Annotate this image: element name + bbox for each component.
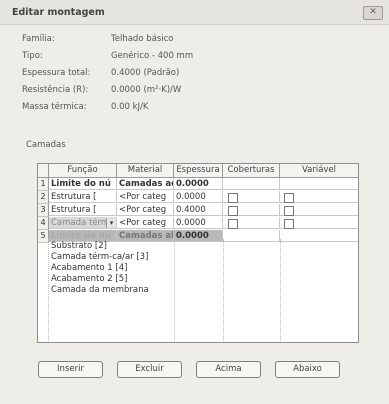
wraps-checkbox[interactable] — [228, 219, 238, 229]
material-cell[interactable]: Camadas aci — [117, 178, 174, 190]
row-number[interactable]: 3 — [38, 204, 49, 217]
wraps-checkbox[interactable] — [228, 206, 238, 216]
close-button[interactable]: ✕ — [363, 6, 383, 20]
thickness-cell[interactable]: 0.0000 — [174, 191, 223, 203]
variable-cell — [280, 178, 358, 190]
type-value: Genérico - 400 mm — [111, 51, 194, 61]
wraps-cell — [223, 178, 280, 190]
material-cell[interactable]: <Por categ — [117, 204, 174, 216]
total-thickness-value: 0.4000 (Padrão) — [111, 68, 180, 78]
function-column-header[interactable]: Função — [49, 164, 117, 178]
function-cell[interactable]: Estrutura [ — [49, 204, 117, 216]
total-thickness-label: Espessura total: — [22, 68, 91, 78]
dropdown-option[interactable]: Acabamento 1 [4] — [51, 263, 127, 273]
dropdown-option[interactable]: Camada térm-ca/ar [3] — [51, 252, 148, 262]
variable-checkbox[interactable] — [284, 219, 294, 229]
variable-column-header[interactable]: Variável — [280, 164, 358, 178]
function-dropdown-list: Substrato [2] Camada térm-ca/ar [3] Acab… — [49, 239, 189, 339]
resistance-value: 0.0000 (m²·K)/W — [111, 85, 182, 95]
resistance-label: Resistência (R): — [22, 85, 89, 95]
variable-cell — [280, 230, 358, 242]
grid-divider — [48, 239, 50, 341]
layers-grid: Função Material Espessura Coberturas Var… — [37, 163, 359, 343]
variable-checkbox[interactable] — [284, 206, 294, 216]
dialog-title: Editar montagem — [12, 7, 105, 18]
grid-divider — [174, 239, 176, 341]
function-cell[interactable]: Limite do nú — [49, 178, 117, 190]
move-up-button[interactable]: Acima — [196, 361, 261, 378]
row-number-header — [38, 164, 49, 178]
thermal-mass-label: Massa térmica: — [22, 102, 87, 112]
grid-divider — [223, 239, 225, 341]
delete-button[interactable]: Excluir — [117, 361, 182, 378]
thickness-column-header[interactable]: Espessura — [174, 164, 223, 178]
material-cell[interactable]: <Por categ — [117, 191, 174, 203]
title-bar: Editar montagem ✕ — [0, 0, 389, 25]
thickness-cell[interactable]: 0.0000 — [174, 178, 223, 190]
row-number[interactable]: 4 — [38, 217, 49, 230]
row-number[interactable]: 2 — [38, 191, 49, 204]
material-column-header[interactable]: Material — [117, 164, 174, 178]
wraps-checkbox[interactable] — [228, 193, 238, 203]
dropdown-option[interactable]: Acabamento 2 [5] — [51, 274, 127, 284]
edit-assembly-dialog: Editar montagem ✕ Família: Telhado básic… — [0, 0, 389, 404]
function-cell[interactable]: Estrutura [ — [49, 191, 117, 203]
family-value: Telhado básico — [111, 34, 174, 44]
chevron-down-icon[interactable]: ▾ — [106, 218, 116, 228]
wraps-column-header[interactable]: Coberturas — [223, 164, 280, 178]
move-down-button[interactable]: Abaixo — [275, 361, 340, 378]
variable-checkbox[interactable] — [284, 193, 294, 203]
dropdown-option[interactable]: Camada da membrana — [51, 285, 149, 295]
layers-label: Camadas — [26, 140, 66, 150]
insert-button[interactable]: Inserir — [38, 361, 103, 378]
dropdown-option[interactable]: Substrato [2] — [51, 241, 107, 251]
type-label: Tipo: — [22, 51, 43, 61]
wraps-cell — [223, 230, 280, 242]
thickness-cell[interactable]: 0.4000 — [174, 204, 223, 216]
thickness-cell[interactable]: 0.0000 — [174, 217, 223, 229]
family-label: Família: — [22, 34, 55, 44]
row-number[interactable]: 1 — [38, 178, 49, 191]
material-cell[interactable]: <Por categ — [117, 217, 174, 229]
grid-divider — [280, 239, 282, 341]
thermal-mass-value: 0.00 kJ/K — [111, 102, 149, 112]
